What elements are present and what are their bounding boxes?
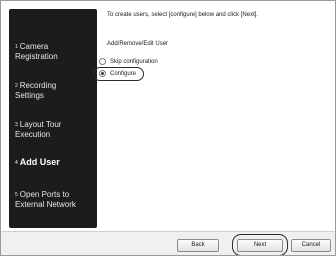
setup-wizard-window: 1 Camera Registration 2 Recording Settings…: [0, 0, 336, 256]
wizard-steps-sidebar: 1 Camera Registration 2 Recording Settings…: [9, 9, 97, 228]
wizard-footer: Back Next Cancel: [1, 231, 335, 255]
next-highlight-outline: [232, 234, 288, 255]
back-button[interactable]: Back: [177, 239, 219, 252]
section-label: Add/Remove/Edit User: [107, 41, 169, 47]
configure-highlight-outline: [93, 67, 144, 81]
step-add-user: 4 Add User: [15, 157, 60, 167]
instruction-text: To create users, select [configure] belo…: [107, 12, 259, 18]
skip-configuration-radio[interactable]: Skip configuration: [99, 58, 158, 65]
radio-unchecked-icon: [99, 58, 106, 65]
step-recording-settings: 2 Recording Settings: [15, 81, 57, 100]
cancel-button[interactable]: Cancel: [291, 239, 331, 252]
step-open-ports: 5 Open Ports to External Network: [15, 190, 76, 209]
step-layout-tour-execution: 3 Layout Tour Execution: [15, 120, 62, 139]
step-camera-registration: 1 Camera Registration: [15, 42, 58, 61]
wizard-content: To create users, select [configure] belo…: [93, 1, 333, 231]
